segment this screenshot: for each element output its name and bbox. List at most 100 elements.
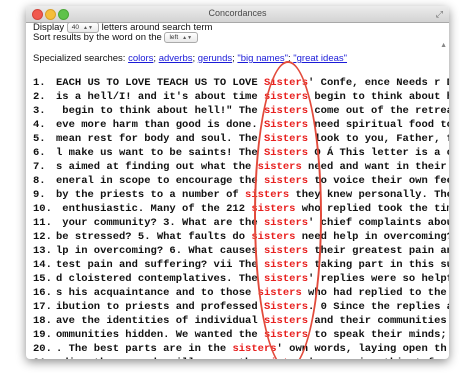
- concordance-line: 11. your community? 3. What are the sist…: [33, 216, 449, 230]
- right-context: ' Confe, ence Needs r DALMA: [308, 77, 449, 89]
- concordance-line: 2. is a hell/I! and it's about time siste…: [33, 90, 449, 104]
- right-context: to speak their minds; and: [314, 329, 447, 341]
- left-context: . The best parts are in the: [56, 343, 233, 355]
- line-number: 6.: [33, 147, 46, 159]
- line-number: 13.: [33, 245, 52, 257]
- line-number: 19.: [33, 329, 52, 341]
- line-number: 14.: [33, 259, 52, 271]
- line-number: 11.: [33, 217, 52, 229]
- left-context: be stressed? 5. What faults do: [56, 231, 252, 243]
- link-big-names[interactable]: "big names": [237, 53, 288, 64]
- left-context: ommunities hidden. We wanted the: [56, 329, 264, 341]
- link-adverbs[interactable]: adverbs: [159, 53, 193, 64]
- left-context: EACH US TO LOVE TEACH US TO LOVE: [56, 77, 264, 89]
- right-context: and their communities hidd: [314, 315, 447, 327]
- left-context: d cloistered contemplatives. The: [56, 273, 264, 285]
- link-great-ideas[interactable]: "great ideas": [293, 53, 347, 64]
- line-number: 21.: [33, 356, 56, 359]
- specialized-label: Specialized searches:: [33, 53, 126, 64]
- left-context: test pain and suffering? vii The: [56, 259, 264, 271]
- link-colors[interactable]: colors: [128, 53, 153, 64]
- left-context: s his acquaintance and to those: [56, 287, 258, 299]
- left-context: eneral in scope to encourage the: [56, 175, 264, 187]
- concordance-line: 1. EACH US TO LOVE TEACH US TO LOVE Siste…: [33, 76, 449, 90]
- concordance-line: 9. by the priests to a number of sisters …: [33, 188, 449, 202]
- sort-control: Sort results by the word on the left ▲▼: [33, 32, 199, 44]
- left-context: s aimed at finding out what the: [56, 161, 258, 173]
- left-context: mean rest for body and soul. The: [56, 133, 264, 145]
- left-context: eve more harm than good is done.: [56, 119, 264, 131]
- line-number: 18.: [33, 315, 52, 327]
- left-context: ave the identities of individual: [56, 315, 264, 327]
- concordance-line: 12. be stressed? 5. What faults do sister…: [33, 230, 449, 244]
- concordance-line: 15. d cloistered contemplatives. The sist…: [33, 272, 449, 286]
- concordance-line: 20.. The best parts are in the sisters' …: [33, 342, 449, 356]
- right-context: . 0 Since the replies are s: [308, 301, 449, 313]
- line-number: 15.: [33, 273, 52, 285]
- concordances-window: Concordances ⤢ Display 40 ▲▼ letters arou…: [26, 6, 449, 359]
- highlight-circle: [254, 61, 322, 359]
- specialized-searches: Specialized searches: colors; adverbs; g…: [33, 53, 348, 64]
- window-title: Concordances: [208, 8, 267, 18]
- right-context: ' consuming thirst for holi: [308, 357, 449, 359]
- link-gerunds[interactable]: gerunds: [198, 53, 232, 64]
- right-context: ' replies were so helpful t: [308, 273, 449, 285]
- line-number: 1.: [33, 77, 46, 89]
- line-number: 5.: [33, 133, 46, 145]
- sort-label: Sort results by the word on the: [33, 32, 162, 44]
- concordance-line: 16. s his acquaintance and to those siste…: [33, 286, 449, 300]
- right-context: ' chief complaints about re: [308, 217, 449, 229]
- line-number: 7.: [33, 161, 46, 173]
- right-context: look to you, Father, for i: [314, 133, 449, 145]
- line-number: 4.: [33, 119, 46, 131]
- sort-select[interactable]: left ▲▼: [164, 32, 199, 43]
- concordance-line: 17. ibution to priests and professed Sist…: [33, 300, 449, 314]
- left-context: ibution to priests and professed: [56, 301, 264, 313]
- concordance-line: 4. eve more harm than good is done. Siste…: [33, 118, 449, 132]
- right-context: begin to think about hell!: [314, 91, 449, 103]
- line-number: 17.: [33, 301, 52, 313]
- select-caret-icon: ▲▼: [182, 35, 193, 41]
- left-context: lp in overcoming? 6. What causes: [56, 245, 264, 257]
- left-context: by the priests to a number of: [56, 189, 246, 201]
- line-number: 12.: [33, 231, 52, 243]
- select-caret-icon: ▲▼: [83, 25, 93, 31]
- scroll-up-arrow-icon[interactable]: ▲: [440, 42, 447, 49]
- title-bar: Concordances ⤢: [26, 6, 449, 23]
- line-number: 10.: [33, 203, 52, 215]
- concordance-line: 13. lp in overcoming? 6. What causes sist…: [33, 244, 449, 258]
- line-number: 16.: [33, 287, 52, 299]
- concordance-line: 6. l make us want to be saints! The Siste…: [33, 146, 449, 160]
- concordance-list: 1. EACH US TO LOVE TEACH US TO LOVE Siste…: [33, 76, 449, 359]
- left-context: l make us want to be saints! The: [56, 147, 264, 159]
- line-number: 2.: [33, 91, 46, 103]
- right-context: O Á This letter is a compo: [314, 147, 449, 159]
- right-context: to voice their own feeling: [314, 175, 449, 187]
- concordance-line: 5. mean rest for body and soul. The Siste…: [33, 132, 449, 146]
- left-context: your community? 3. What are the: [56, 217, 264, 229]
- right-context: taking part in this survey: [314, 259, 449, 271]
- line-number: 3.: [33, 105, 46, 117]
- left-context: enthusiastic. Many of the 212: [56, 203, 252, 215]
- concordance-line: 8. eneral in scope to encourage the siste…: [33, 174, 449, 188]
- concordance-line: 14. test pain and suffering? vii The sist…: [33, 258, 449, 272]
- left-context: is a hell/I! and it's about time: [56, 91, 264, 103]
- right-context: need and want in their ann: [308, 161, 447, 173]
- concordance-line: 19. ommunities hidden. We wanted the sist…: [33, 328, 449, 342]
- concordance-line: 7. s aimed at finding out what the sister…: [33, 160, 449, 174]
- concordance-line: 18. ave the identities of individual sist…: [33, 314, 449, 328]
- right-context: who had replied to the que: [308, 287, 447, 299]
- line-number: 20.: [33, 343, 52, 355]
- concordance-line: 3. begin to think about hell!" The siste…: [33, 104, 449, 118]
- line-number: 8.: [33, 175, 46, 187]
- right-context: their greatest pain and su: [314, 245, 449, 257]
- content-area: Display 40 ▲▼ letters around search term …: [26, 23, 449, 359]
- right-context: need spiritual food to las: [314, 119, 449, 131]
- line-number: 9.: [33, 189, 46, 201]
- left-context: begin to think about hell!" The: [56, 105, 264, 117]
- concordance-line: 21.ading these words will sense the sist…: [33, 356, 449, 359]
- fullscreen-icon[interactable]: ⤢: [436, 9, 443, 20]
- concordance-line: 10. enthusiastic. Many of the 212 sister…: [33, 202, 449, 216]
- left-context: ading these words will sense the: [56, 357, 264, 359]
- right-context: come out of the retreat wi: [314, 105, 449, 117]
